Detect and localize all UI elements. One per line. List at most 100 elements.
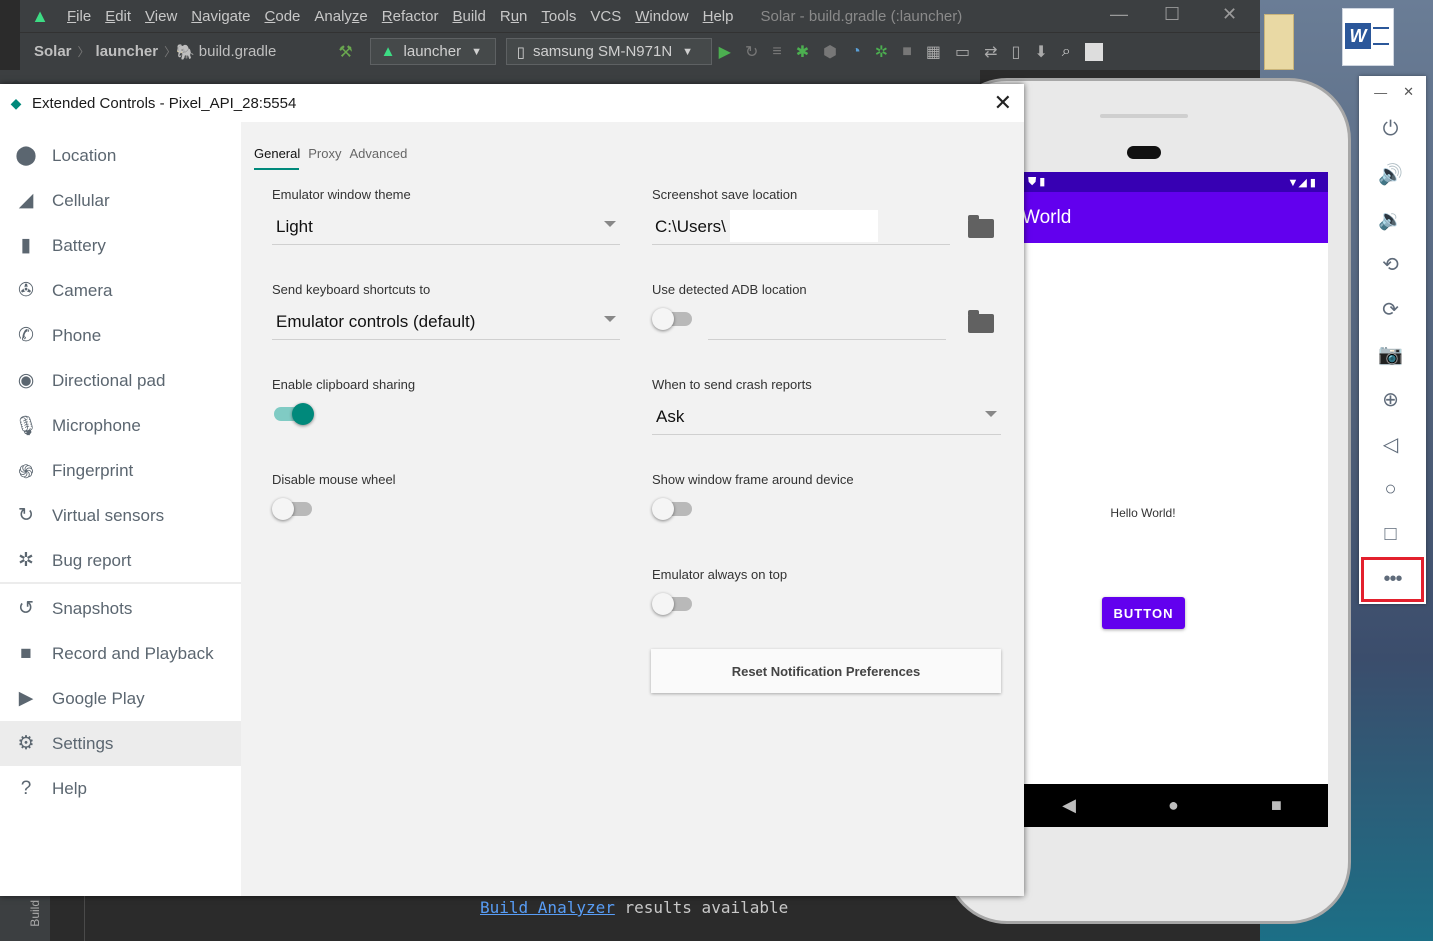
menu-item-text: R (499, 7, 511, 25)
menu-item[interactable]: View (138, 8, 184, 25)
ide-menubar: ▲ File Edit View Navigate Code Analyze Refacto… (20, 0, 1260, 32)
menu-item[interactable]: Refactor (375, 8, 446, 25)
breadcrumb-separator-icon: 〉 (164, 45, 177, 59)
overview-icon[interactable]: □ (1359, 512, 1422, 556)
menu-item[interactable]: Code (258, 8, 308, 25)
project-structure-icon[interactable]: ▦ (926, 42, 941, 62)
build-tool-window-tab[interactable]: Build (20, 895, 50, 941)
breadcrumb-module[interactable]: launcher (90, 43, 165, 60)
adb-location-toggle[interactable] (652, 307, 696, 331)
device-select[interactable]: ▯ samsung SM-N971N ▼ (505, 38, 712, 65)
sidebar-item-snapshots[interactable]: ↺ Snapshots (0, 586, 241, 631)
layout-inspector-icon[interactable]: ▭ (955, 42, 970, 62)
build-hammer-icon[interactable]: ⚒ (338, 42, 352, 62)
apply-code-changes-icon[interactable]: ≡ (772, 43, 781, 61)
sync-gradle-icon[interactable]: ⇄ (984, 42, 997, 62)
menu-item[interactable]: Navigate (184, 8, 257, 25)
sidebar-item-bug-report[interactable]: ✲ Bug report (0, 538, 241, 583)
debug-bug-icon[interactable]: ✱ (796, 42, 809, 62)
desktop-word-document-icon[interactable]: W (1342, 8, 1394, 66)
menu-item[interactable]: Analyze (307, 8, 374, 25)
build-analyzer-link[interactable]: Build Analyzer (480, 898, 615, 917)
back-icon[interactable]: ◁ (1359, 422, 1422, 466)
avd-manager-icon[interactable]: ▯ (1012, 42, 1021, 62)
menu-item[interactable]: Edit (98, 8, 138, 25)
app-button[interactable]: BUTTON (1102, 597, 1185, 629)
adb-location-input[interactable] (708, 304, 946, 340)
stop-icon[interactable]: ■ (902, 43, 912, 61)
sidebar-item-camera[interactable]: ✇ Camera (0, 268, 241, 313)
attach-debugger-icon[interactable]: ⬢ (823, 42, 837, 62)
rotate-right-icon[interactable]: ⟳ (1359, 287, 1422, 331)
sidebar-item-label: Virtual sensors (52, 505, 165, 525)
clipboard-sharing-toggle[interactable] (272, 402, 316, 426)
screenshot-location-input[interactable]: C:\Users\ (652, 209, 950, 245)
sidebar-item-fingerprint[interactable]: ֍ Fingerprint (0, 448, 241, 493)
emulator-close-icon[interactable]: ✕ (1403, 84, 1414, 100)
sidebar-item-virtual-sensors[interactable]: ↻ Virtual sensors (0, 493, 241, 538)
breadcrumb-project[interactable]: Solar (20, 43, 78, 60)
run-configuration-select[interactable]: ▲ launcher ▼ (369, 38, 496, 65)
close-icon[interactable]: ✕ (994, 90, 1012, 116)
sidebar-item-google-play[interactable]: ▶ Google Play (0, 676, 241, 721)
shortcuts-select[interactable]: Emulator controls (default) (272, 304, 620, 340)
always-on-top-toggle[interactable] (652, 592, 696, 616)
sidebar-item-settings[interactable]: ⚙ Settings (0, 721, 241, 766)
zoom-icon[interactable]: ⊕ (1359, 377, 1422, 421)
sidebar-item-battery[interactable]: ▮ Battery (0, 223, 241, 268)
mouse-wheel-toggle[interactable] (272, 497, 316, 521)
sidebar-item-record-and-playback[interactable]: ■ Record and Playback (0, 631, 241, 676)
tab-general[interactable]: General (254, 144, 300, 163)
tab-advanced[interactable]: Advanced (349, 144, 407, 163)
nav-home-icon[interactable]: ● (1168, 795, 1179, 816)
more-icon[interactable]: ••• (1361, 557, 1424, 602)
theme-select[interactable]: Light (272, 209, 620, 245)
crash-reports-value: Ask (656, 406, 685, 426)
device-screen[interactable]: ⛊ ▮ ▼◢ ▮ World Hello World! BUTTON ◀ ● ■ (1016, 172, 1328, 827)
menu-item-text: N (191, 7, 203, 25)
emulator-minimize-icon[interactable]: — (1374, 85, 1387, 100)
video-camera-icon: ■ (20, 642, 32, 664)
maximize-icon[interactable]: ☐ (1164, 4, 1180, 25)
volume-down-icon[interactable]: 🔉 (1359, 197, 1422, 241)
nav-recents-icon[interactable]: ■ (1271, 795, 1282, 816)
minimize-icon[interactable]: — (1110, 4, 1128, 25)
toggle-thumb (652, 308, 674, 330)
menu-item[interactable]: Run (493, 8, 535, 25)
menu-item[interactable]: Build (445, 8, 492, 25)
desktop-folder-icon[interactable] (1264, 14, 1294, 70)
search-icon[interactable]: ⌕ (1062, 43, 1071, 61)
tab-proxy[interactable]: Proxy (308, 144, 341, 163)
reset-notification-preferences-button[interactable]: Reset Notification Preferences (651, 649, 1001, 693)
sidebar-item-cellular[interactable]: ◢ Cellular (0, 178, 241, 223)
folder-icon[interactable] (968, 310, 994, 333)
profiler-icon[interactable]: ◔ (851, 43, 861, 61)
menu-item[interactable]: Tools (534, 8, 583, 25)
folder-icon[interactable] (968, 215, 994, 238)
menu-item[interactable]: VCS (583, 8, 628, 25)
volume-up-icon[interactable]: 🔊 (1359, 152, 1422, 196)
sidebar-item-help[interactable]: ? Help (0, 766, 241, 811)
sidebar-item-directional-pad[interactable]: ◉ Directional pad (0, 358, 241, 403)
account-avatar-icon[interactable] (1084, 42, 1103, 61)
run-icon[interactable]: ▶ (719, 42, 731, 62)
close-icon[interactable]: ✕ (1222, 4, 1237, 25)
attach-process-icon[interactable]: ✲ (875, 42, 888, 62)
sidebar-item-location[interactable]: ⬤ Location (0, 133, 241, 178)
sdk-manager-icon[interactable]: ⬇ (1034, 42, 1047, 62)
crash-reports-select[interactable]: Ask (652, 399, 1001, 435)
sidebar-item-phone[interactable]: ✆ Phone (0, 313, 241, 358)
window-frame-toggle[interactable] (652, 497, 696, 521)
menu-item[interactable]: Help (696, 8, 741, 25)
power-icon[interactable]: ⏻ (1359, 107, 1422, 151)
apply-changes-icon[interactable]: ↻ (745, 42, 758, 62)
home-icon[interactable]: ○ (1359, 467, 1422, 511)
breadcrumb-file[interactable]: build.gradle (195, 43, 277, 60)
sidebar-item-microphone[interactable]: 🎙 Microphone (0, 403, 241, 448)
gradle-elephant-icon: 🐘 (176, 43, 195, 61)
menu-item[interactable]: File (60, 8, 98, 25)
nav-back-icon[interactable]: ◀ (1062, 795, 1076, 816)
menu-item[interactable]: Window (628, 8, 695, 25)
screenshot-camera-icon[interactable]: 📷 (1359, 332, 1422, 376)
rotate-left-icon[interactable]: ⟲ (1359, 242, 1422, 286)
